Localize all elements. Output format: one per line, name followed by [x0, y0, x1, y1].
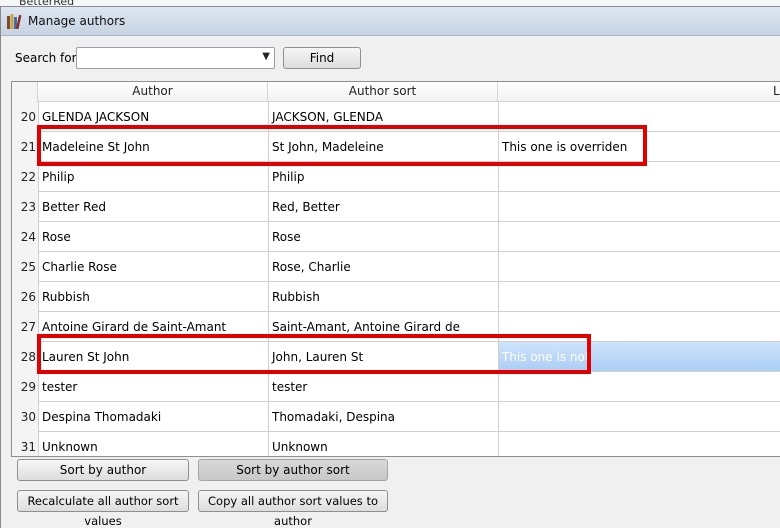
- cell-sort[interactable]: Unknown: [268, 432, 498, 456]
- search-label: Search for:: [15, 51, 81, 65]
- cell-link[interactable]: This one is overriden: [498, 132, 780, 162]
- row-number[interactable]: 30: [12, 402, 38, 432]
- authors-table[interactable]: Author Author sort Lir 20GLENDA JACKSONJ…: [11, 81, 780, 457]
- row-number[interactable]: 20: [12, 102, 38, 132]
- column-divider: [498, 102, 499, 456]
- row-number[interactable]: 24: [12, 222, 38, 252]
- column-divider: [268, 102, 269, 456]
- cell-sort[interactable]: Red, Better: [268, 192, 498, 222]
- cell-link[interactable]: [498, 282, 780, 312]
- sort-by-author-button[interactable]: Sort by author: [17, 459, 189, 481]
- find-button[interactable]: Find: [283, 47, 361, 69]
- cell-sort[interactable]: John, Lauren St: [268, 342, 498, 372]
- header-corner: [12, 82, 38, 102]
- row-number[interactable]: 27: [12, 312, 38, 342]
- title-bar[interactable]: Manage authors: [1, 7, 780, 36]
- row-number[interactable]: 22: [12, 162, 38, 192]
- cell-link[interactable]: [498, 312, 780, 342]
- cell-link[interactable]: [498, 222, 780, 252]
- cell-link[interactable]: [498, 102, 780, 132]
- cell-sort[interactable]: Thomadaki, Despina: [268, 402, 498, 432]
- recalculate-author-sort-button[interactable]: Recalculate all author sort values: [17, 490, 189, 528]
- column-header-link[interactable]: Lir: [498, 82, 780, 102]
- chevron-down-icon[interactable]: ▼: [262, 51, 270, 62]
- row-number[interactable]: 23: [12, 192, 38, 222]
- cell-link[interactable]: This one is not: [498, 342, 780, 372]
- search-combobox[interactable]: ▼: [76, 47, 275, 69]
- cell-author[interactable]: Unknown: [38, 432, 268, 456]
- row-number[interactable]: 26: [12, 282, 38, 312]
- window-title: Manage authors: [28, 14, 126, 28]
- cell-author[interactable]: Lauren St John: [38, 342, 268, 372]
- cell-sort[interactable]: Saint-Amant, Antoine Girard de: [268, 312, 498, 342]
- cell-link[interactable]: [498, 402, 780, 432]
- column-divider: [38, 102, 39, 456]
- cell-author[interactable]: Antoine Girard de Saint-Amant: [38, 312, 268, 342]
- row-number[interactable]: 28: [12, 342, 38, 372]
- row-number[interactable]: 21: [12, 132, 38, 162]
- copy-author-sort-button[interactable]: Copy all author sort values to author: [198, 490, 388, 528]
- cell-sort[interactable]: tester: [268, 372, 498, 402]
- cell-author[interactable]: Philip: [38, 162, 268, 192]
- cell-link[interactable]: [498, 192, 780, 222]
- manage-authors-dialog: Manage authors Search for: ▼ Find Author…: [0, 6, 780, 528]
- cell-author[interactable]: Rose: [38, 222, 268, 252]
- table-header: Author Author sort Lir: [12, 82, 780, 102]
- cell-author[interactable]: Charlie Rose: [38, 252, 268, 282]
- cell-sort[interactable]: Rose, Charlie: [268, 252, 498, 282]
- cell-link[interactable]: [498, 162, 780, 192]
- cell-author[interactable]: Rubbish: [38, 282, 268, 312]
- cell-sort[interactable]: JACKSON, GLENDA: [268, 102, 498, 132]
- cell-author[interactable]: Despina Thomadaki: [38, 402, 268, 432]
- cell-sort[interactable]: Rubbish: [268, 282, 498, 312]
- row-number[interactable]: 31: [12, 432, 38, 456]
- cell-link[interactable]: [498, 372, 780, 402]
- row-number[interactable]: 29: [12, 372, 38, 402]
- cell-sort[interactable]: Philip: [268, 162, 498, 192]
- cell-author[interactable]: Better Red: [38, 192, 268, 222]
- books-icon: [7, 14, 22, 29]
- cell-link[interactable]: [498, 432, 780, 456]
- row-number[interactable]: 25: [12, 252, 38, 282]
- search-input[interactable]: [79, 50, 255, 66]
- column-header-author[interactable]: Author: [38, 82, 268, 102]
- column-header-author-sort[interactable]: Author sort: [268, 82, 498, 102]
- cell-sort[interactable]: St John, Madeleine: [268, 132, 498, 162]
- sort-by-author-sort-button[interactable]: Sort by author sort: [198, 459, 388, 481]
- cell-author[interactable]: GLENDA JACKSON: [38, 102, 268, 132]
- cell-sort[interactable]: Rose: [268, 222, 498, 252]
- cell-author[interactable]: Madeleine St John: [38, 132, 268, 162]
- cell-link[interactable]: [498, 252, 780, 282]
- cell-author[interactable]: tester: [38, 372, 268, 402]
